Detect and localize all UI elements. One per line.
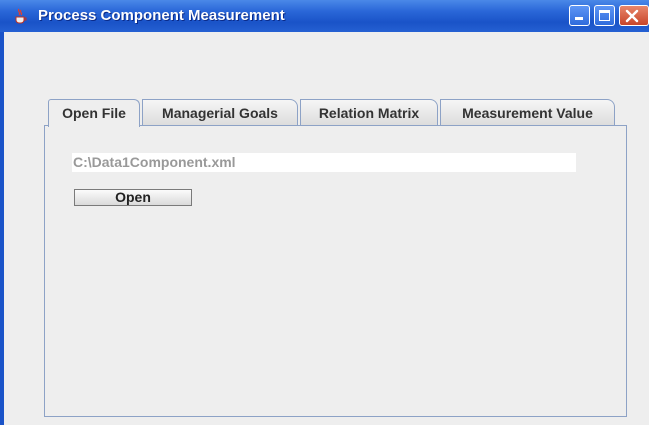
minimize-button[interactable] <box>569 5 590 26</box>
maximize-button[interactable] <box>594 5 615 26</box>
title-bar[interactable]: Process Component Measurement <box>0 0 649 32</box>
java-cup-icon <box>12 8 28 24</box>
window-border <box>0 32 4 425</box>
tab-relation-matrix[interactable]: Relation Matrix <box>300 99 438 126</box>
minimize-icon <box>575 17 583 20</box>
tab-open-file[interactable]: Open File <box>48 99 140 127</box>
file-path-field[interactable]: C:\Data1Component.xml <box>72 153 576 172</box>
tab-measurement-value[interactable]: Measurement Value <box>440 99 615 126</box>
open-button[interactable]: Open <box>74 189 192 206</box>
maximize-icon <box>599 10 610 21</box>
window-title: Process Component Measurement <box>38 7 285 24</box>
close-button[interactable] <box>619 5 649 26</box>
app-window: Process Component Measurement Open File … <box>0 0 649 425</box>
close-icon <box>625 9 639 23</box>
tab-managerial-goals[interactable]: Managerial Goals <box>142 99 298 126</box>
